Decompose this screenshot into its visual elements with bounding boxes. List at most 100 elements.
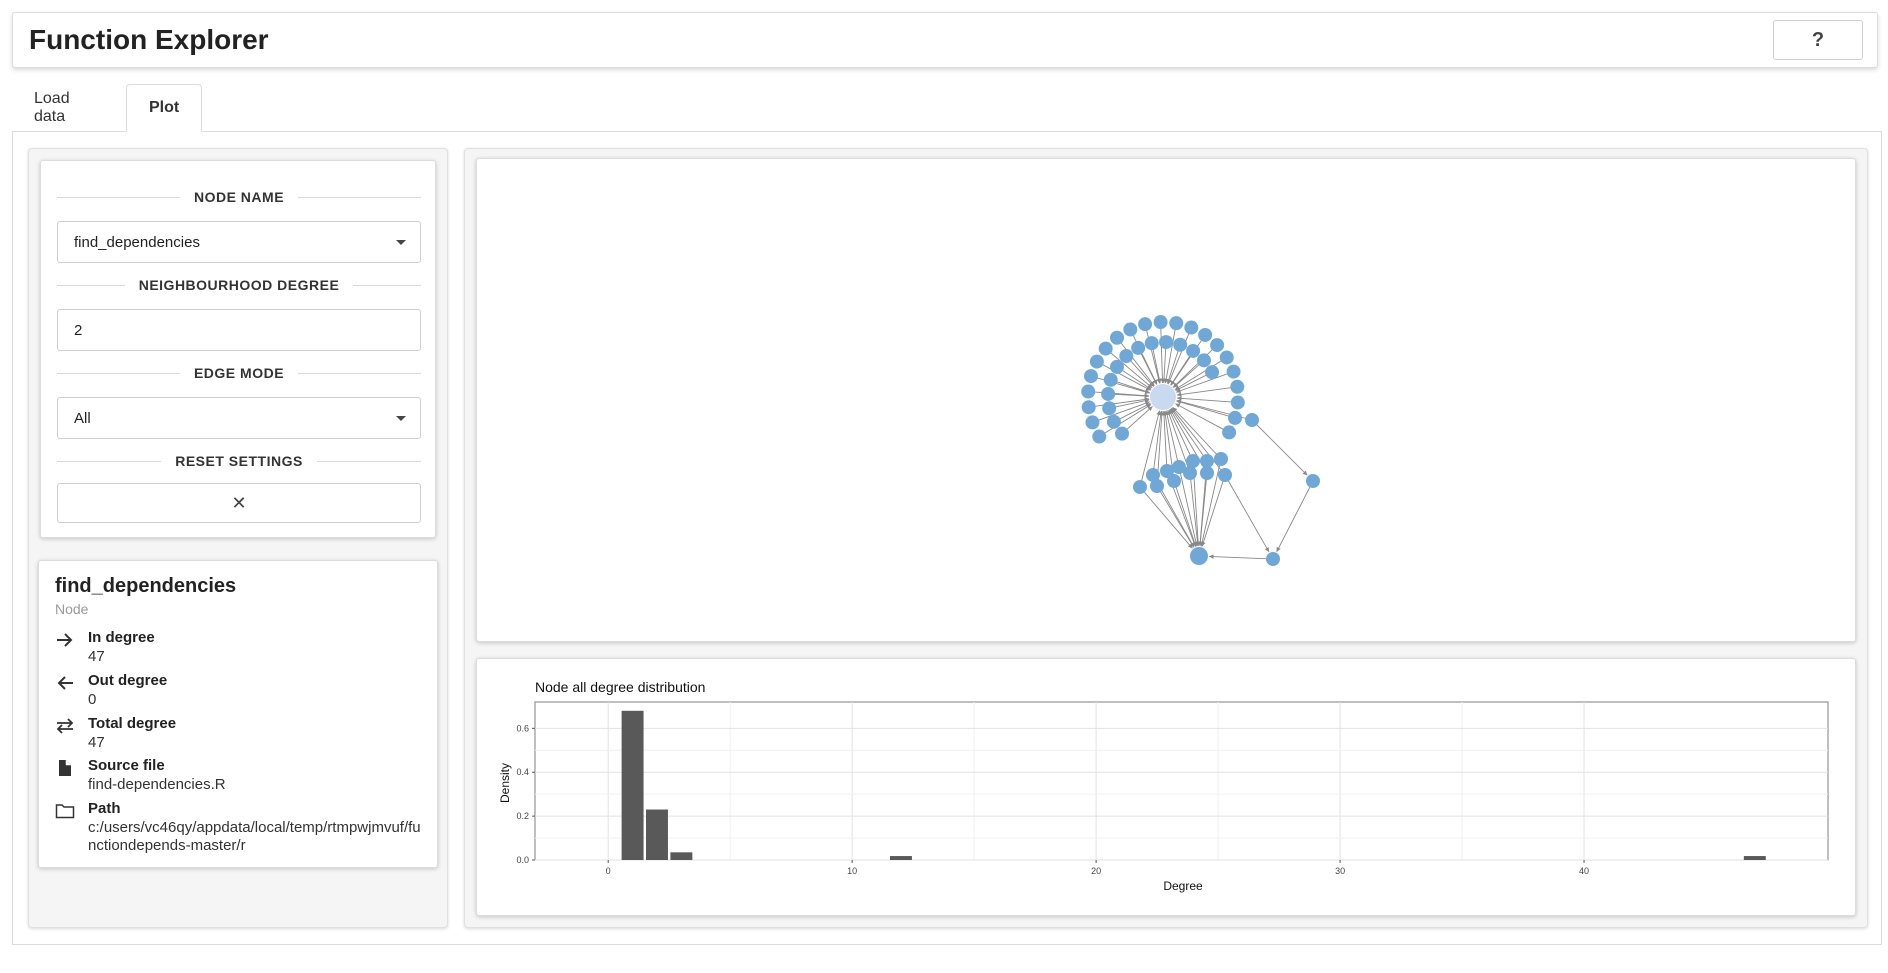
network-node[interactable]	[1266, 552, 1280, 566]
network-node[interactable]	[1222, 425, 1237, 440]
degree-histogram-card: Node all degree distribution 0 10 20 30 40 0.…	[476, 658, 1856, 916]
network-node[interactable]	[1133, 480, 1147, 494]
network-edge	[1173, 480, 1197, 547]
network-node[interactable]	[1085, 415, 1100, 430]
network-node[interactable]	[1167, 474, 1181, 488]
tab-load-data[interactable]: Load data	[12, 84, 126, 132]
out-degree-value: 0	[88, 691, 97, 708]
network-node[interactable]	[1153, 315, 1168, 330]
reset-button[interactable]: ✕	[57, 483, 421, 523]
network-node[interactable]	[1226, 364, 1241, 379]
network-node[interactable]	[1186, 343, 1201, 358]
controls-card: NODE NAME find_dependencies NEIGHBOURHOO…	[40, 160, 436, 538]
network-node[interactable]	[1106, 414, 1121, 429]
neighbourhood-degree-section: NEIGHBOURHOOD DEGREE	[57, 275, 422, 295]
network-node[interactable]	[1218, 468, 1232, 482]
close-icon: ✕	[231, 492, 247, 513]
network-node[interactable]	[1098, 341, 1113, 356]
network-edge	[1224, 474, 1270, 553]
network-node[interactable]	[1089, 354, 1104, 369]
network-node[interactable]	[1196, 353, 1211, 368]
histogram-bar	[621, 710, 644, 860]
network-node[interactable]	[1230, 379, 1245, 394]
network-node[interactable]	[1230, 395, 1245, 410]
reset-section: RESET SETTINGS	[57, 451, 422, 471]
network-node[interactable]	[1219, 350, 1234, 365]
reset-settings-label: RESET SETTINGS	[175, 453, 303, 469]
network-node[interactable]	[1306, 474, 1320, 488]
network-edge	[1161, 410, 1168, 472]
y-tick-label: 0.2	[516, 811, 529, 821]
network-edge	[1167, 327, 1192, 385]
help-button[interactable]: ?	[1773, 20, 1863, 60]
network-node[interactable]	[1131, 340, 1146, 355]
network-node[interactable]	[1083, 369, 1098, 384]
x-tick-label: 20	[1091, 866, 1101, 876]
node-name-select[interactable]: find_dependencies	[57, 221, 421, 263]
tab-plot[interactable]: Plot	[126, 84, 202, 132]
network-graph[interactable]	[477, 159, 1857, 643]
edge-mode-label: EDGE MODE	[193, 365, 285, 381]
y-tick-label: 0.4	[516, 767, 529, 777]
network-node[interactable]	[1150, 479, 1164, 493]
app-header: Function Explorer ?	[12, 12, 1878, 68]
x-tick-label: 0	[606, 866, 611, 876]
x-axis-label: Degree	[1163, 879, 1203, 893]
network-node[interactable]	[1115, 426, 1130, 441]
path-label: Path	[88, 800, 121, 817]
network-node[interactable]	[1081, 400, 1096, 415]
network-node[interactable]	[1198, 327, 1213, 342]
network-edge	[1276, 480, 1314, 553]
network-node[interactable]	[1101, 386, 1116, 401]
exchange-icon	[56, 718, 74, 734]
network-node[interactable]	[1245, 413, 1259, 427]
network-node[interactable]	[1184, 320, 1199, 335]
network-node[interactable]	[1210, 338, 1225, 353]
network-node[interactable]	[1214, 452, 1228, 466]
network-node[interactable]	[1200, 454, 1214, 468]
histogram-bar	[1743, 856, 1766, 860]
network-node[interactable]	[1186, 454, 1200, 468]
network-node[interactable]	[1200, 466, 1214, 480]
arrow-right-icon	[57, 633, 73, 647]
network-node[interactable]	[1228, 410, 1243, 425]
neighbourhood-degree-input[interactable]: 2	[57, 309, 421, 351]
network-edge	[1251, 419, 1308, 476]
network-node[interactable]	[1173, 337, 1188, 352]
network-node[interactable]	[1190, 547, 1208, 565]
network-edge	[1176, 371, 1234, 393]
path-value: c:/users/vc46qy/appdata/local/temp/rtmpw…	[88, 819, 421, 854]
chart-title: Node all degree distribution	[535, 679, 705, 695]
folder-icon	[55, 804, 75, 819]
x-tick-label: 10	[847, 866, 857, 876]
x-tick-label: 40	[1579, 866, 1589, 876]
network-node[interactable]	[1081, 384, 1096, 399]
selected-network-node[interactable]	[1150, 384, 1176, 410]
network-node[interactable]	[1092, 429, 1107, 444]
edge-mode-value: All	[74, 409, 91, 427]
file-icon	[59, 760, 71, 776]
network-node[interactable]	[1169, 316, 1184, 331]
chevron-down-icon	[396, 416, 406, 421]
network-edge	[1176, 396, 1238, 403]
network-node[interactable]	[1138, 317, 1153, 332]
histogram-bar	[670, 852, 693, 860]
out-degree-label: Out degree	[88, 672, 168, 689]
network-node[interactable]	[1119, 349, 1134, 364]
network-node[interactable]	[1123, 322, 1138, 337]
network-node[interactable]	[1205, 365, 1220, 380]
neighbourhood-degree-label: NEIGHBOURHOOD DEGREE	[138, 277, 340, 293]
node-name-value: find_dependencies	[74, 233, 200, 251]
network-node[interactable]	[1109, 359, 1124, 374]
plot-area	[534, 701, 1829, 861]
source-file-value: find-dependencies.R	[88, 776, 226, 793]
network-node[interactable]	[1159, 335, 1174, 350]
edge-mode-select[interactable]: All	[57, 397, 421, 439]
network-node[interactable]	[1144, 336, 1159, 351]
network-node[interactable]	[1102, 401, 1117, 416]
network-node[interactable]	[1103, 372, 1118, 387]
edge-mode-section: EDGE MODE	[57, 363, 422, 383]
y-tick-label: 0.6	[516, 723, 529, 733]
network-node[interactable]	[1183, 466, 1197, 480]
network-node[interactable]	[1110, 330, 1125, 345]
